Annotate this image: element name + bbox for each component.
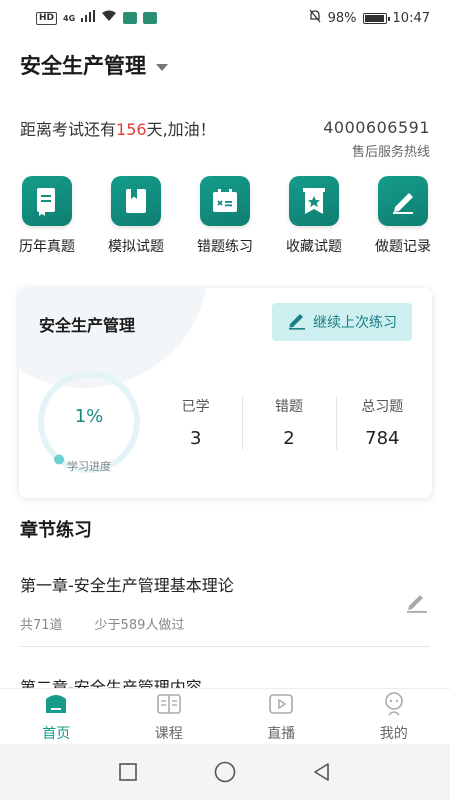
caret-down-icon xyxy=(156,63,168,71)
bottom-tab-bar: 首页 课程 直播 我的 xyxy=(0,688,450,744)
exam-days: 156 xyxy=(116,120,147,139)
progress-percent: 1% xyxy=(74,406,104,427)
app-notification-icon xyxy=(123,12,138,24)
system-nav-bar xyxy=(0,744,450,800)
grid-item-mock-exam[interactable]: 模拟试题 xyxy=(95,176,177,256)
exam-suffix: 天,加油！ xyxy=(146,120,216,139)
stat-wrong[interactable]: 错题 2 xyxy=(242,396,335,452)
card-title: 安全生产管理 xyxy=(39,316,136,335)
progress-card: 安全生产管理 继续上次练习 1% 学习进度 已学 3 错题 2 总习题 784 xyxy=(19,288,432,498)
live-play-icon xyxy=(267,691,295,721)
divider xyxy=(20,646,430,647)
recent-apps-button[interactable] xyxy=(114,758,142,786)
tab-profile[interactable]: 我的 xyxy=(338,689,450,744)
exam-prefix: 距离考试还有 xyxy=(20,120,117,139)
tab-label: 课程 xyxy=(154,725,183,742)
hotline-number[interactable]: 4000606591 xyxy=(323,118,430,137)
grid-item-favorites[interactable]: 收藏试题 xyxy=(273,176,355,256)
stat-label: 错题 xyxy=(274,399,303,415)
back-button[interactable] xyxy=(308,758,336,786)
continue-label: 继续上次练习 xyxy=(313,315,397,331)
profile-icon xyxy=(380,691,408,721)
wifi-icon xyxy=(101,10,117,26)
home-button[interactable] xyxy=(211,758,239,786)
pencil-icon xyxy=(287,310,307,334)
grid-label: 错题练习 xyxy=(197,239,253,255)
grid-label: 收藏试题 xyxy=(286,239,342,255)
mock-exam-icon xyxy=(111,176,161,226)
grid-item-wrong-questions[interactable]: 错题练习 xyxy=(184,176,266,256)
status-bar: HD 4G 98% 10:47 xyxy=(0,0,450,36)
hd-icon: HD xyxy=(36,11,58,25)
tab-label: 直播 xyxy=(267,725,296,742)
stat-learned[interactable]: 已学 3 xyxy=(149,396,242,452)
tab-label: 首页 xyxy=(42,725,71,742)
clock: 10:47 xyxy=(392,10,430,26)
service-hotline[interactable]: 4000606591 售后服务热线 xyxy=(323,118,430,160)
home-icon xyxy=(42,691,70,721)
stat-label: 总习题 xyxy=(361,399,404,415)
tab-label: 我的 xyxy=(379,725,408,742)
grid-item-records[interactable]: 做题记录 xyxy=(362,176,444,256)
chapter-title: 第一章-安全生产管理基本理论 xyxy=(20,576,234,595)
subject-selector[interactable]: 安全生产管理 xyxy=(20,50,168,80)
status-left: HD 4G xyxy=(36,10,158,26)
page-title: 安全生产管理 xyxy=(20,54,146,78)
grid-label: 历年真题 xyxy=(19,239,75,255)
battery-icon xyxy=(362,12,390,24)
stat-value: 784 xyxy=(365,428,400,449)
chapter-count: 共71道 xyxy=(20,618,63,633)
stat-value: 2 xyxy=(283,428,295,449)
continue-practice-button[interactable]: 继续上次练习 xyxy=(272,303,412,341)
grid-label: 模拟试题 xyxy=(108,239,164,255)
mute-bell-icon xyxy=(308,9,322,27)
signal-icon xyxy=(81,10,96,26)
chapter-done: 少于589人做过 xyxy=(94,618,185,633)
favorites-icon xyxy=(289,176,339,226)
book-icon xyxy=(155,691,183,721)
tab-courses[interactable]: 课程 xyxy=(113,689,226,744)
grid-label: 做题记录 xyxy=(375,239,431,255)
chapter-item[interactable]: 第一章-安全生产管理基本理论 共71道 少于589人做过 xyxy=(20,572,430,633)
section-title: 章节练习 xyxy=(20,520,92,541)
tab-home[interactable]: 首页 xyxy=(0,689,113,744)
chapter-meta: 共71道 少于589人做过 xyxy=(20,614,430,633)
exam-countdown: 距离考试还有156天,加油！ xyxy=(20,116,216,140)
battery-text: 98% xyxy=(327,10,357,26)
network-type: 4G xyxy=(63,13,76,23)
progress-label: 学习进度 xyxy=(67,460,111,473)
stat-label: 已学 xyxy=(181,399,210,415)
grid-item-past-papers[interactable]: 历年真题 xyxy=(6,176,88,256)
edit-icon[interactable] xyxy=(404,588,430,614)
past-papers-icon xyxy=(22,176,72,226)
hotline-label: 售后服务热线 xyxy=(351,145,430,160)
stat-value: 3 xyxy=(189,428,202,449)
records-icon xyxy=(378,176,428,226)
wrong-questions-icon xyxy=(200,176,250,226)
status-right: 98% 10:47 xyxy=(308,9,430,27)
progress-ring: 1% 学习进度 xyxy=(35,368,143,476)
app-notification-icon xyxy=(143,12,158,24)
stats-row: 已学 3 错题 2 总习题 784 xyxy=(149,396,429,452)
tab-live[interactable]: 直播 xyxy=(225,689,338,744)
stat-total[interactable]: 总习题 784 xyxy=(335,396,429,452)
feature-grid: 历年真题 模拟试题 错题练习 收藏试题 做题记录 xyxy=(0,176,450,256)
